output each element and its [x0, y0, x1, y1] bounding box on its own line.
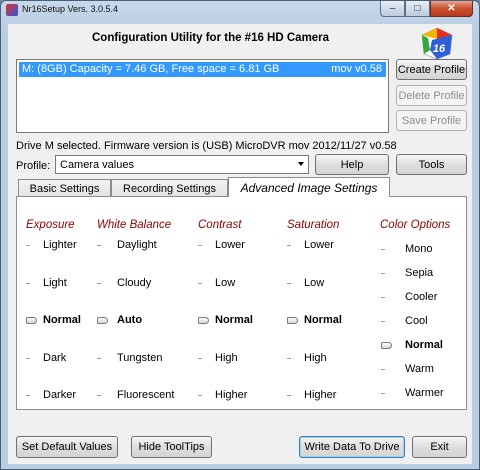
slider-option-label[interactable]: Auto [117, 314, 142, 326]
tools-button[interactable]: Tools [396, 154, 467, 175]
delete-profile-button[interactable]: Delete Profile [396, 85, 467, 106]
minimize-icon: – [389, 3, 396, 14]
window-controls: – □ ✕ [380, 1, 473, 18]
slider-tick [381, 273, 385, 274]
maximize-button[interactable]: □ [405, 1, 430, 17]
page-title: Configuration Utility for the #16 HD Cam… [92, 32, 330, 44]
slider-tick [287, 283, 291, 284]
close-button[interactable]: ✕ [430, 1, 473, 17]
profile-select[interactable]: Camera values [55, 155, 309, 174]
slider-option-label[interactable]: Normal [43, 314, 81, 326]
profile-label: Profile: [16, 160, 51, 172]
white-balance-title: White Balance [97, 219, 172, 231]
advanced-image-settings-panel: Exposure White Balance Contrast Saturati… [16, 196, 467, 410]
chevron-down-icon [298, 162, 304, 166]
camera-logo-icon: 16 [421, 27, 453, 60]
slider-tick [198, 395, 202, 396]
drive-label: M: (8GB) Capacity = 7.46 GB, Free space … [22, 63, 280, 75]
slider-option-label[interactable]: Sepia [405, 267, 433, 279]
slider-option-label[interactable]: Mono [405, 243, 433, 255]
app-window: Nr16Setup Vers. 3.0.5.4 – □ ✕ Configurat… [0, 0, 480, 470]
saturation-title: Saturation [287, 219, 340, 231]
slider-tick [287, 358, 291, 359]
slider-thumb[interactable] [198, 317, 209, 324]
slider-tick [97, 283, 101, 284]
drive-version: mov v0.58 [331, 63, 382, 75]
logo-text: 16 [433, 43, 446, 55]
help-button[interactable]: Help [315, 154, 389, 175]
window-title: Nr16Setup Vers. 3.0.5.4 [22, 4, 119, 14]
contrast-title: Contrast [198, 219, 242, 231]
app-icon [6, 4, 18, 16]
slider-thumb[interactable] [287, 317, 298, 324]
slider-option-label[interactable]: Cooler [405, 291, 437, 303]
slider-option-label[interactable]: Dark [43, 352, 66, 364]
slider-tick [97, 245, 101, 246]
slider-tick [287, 245, 291, 246]
close-icon: ✕ [447, 3, 456, 14]
exit-button[interactable]: Exit [412, 436, 467, 458]
slider-option-label[interactable]: Higher [215, 389, 247, 401]
slider-option-label[interactable]: Lower [304, 239, 334, 251]
slider-tick [381, 297, 385, 298]
exposure-title: Exposure [26, 219, 75, 231]
save-profile-button[interactable]: Save Profile [396, 110, 467, 131]
slider-option-label[interactable]: Normal [215, 314, 253, 326]
slider-option-label[interactable]: Daylight [117, 239, 157, 251]
slider-option-label[interactable]: Higher [304, 389, 336, 401]
slider-tick [97, 358, 101, 359]
tab-recording-settings[interactable]: Recording Settings [111, 179, 228, 197]
slider-option-label[interactable]: Light [43, 277, 67, 289]
profile-select-value: Camera values [60, 159, 134, 171]
slider-tick [97, 395, 101, 396]
slider-option-label[interactable]: Tungsten [117, 352, 162, 364]
tab-basic-settings[interactable]: Basic Settings [18, 179, 111, 197]
drive-list[interactable]: M: (8GB) Capacity = 7.46 GB, Free space … [16, 59, 389, 133]
slider-thumb[interactable] [97, 317, 108, 324]
slider-option-label[interactable]: Lighter [43, 239, 77, 251]
write-data-to-drive-button[interactable]: Write Data To Drive [299, 436, 405, 458]
slider-option-label[interactable]: Normal [304, 314, 342, 326]
slider-option-label[interactable]: Lower [215, 239, 245, 251]
minimize-button[interactable]: – [380, 1, 405, 17]
slider-thumb[interactable] [26, 317, 37, 324]
slider-tick [287, 395, 291, 396]
slider-tick [26, 245, 30, 246]
slider-option-label[interactable]: Low [304, 277, 324, 289]
slider-tick [381, 393, 385, 394]
slider-option-label[interactable]: Warm [405, 363, 434, 375]
slider-option-label[interactable]: Fluorescent [117, 389, 174, 401]
drive-list-item[interactable]: M: (8GB) Capacity = 7.46 GB, Free space … [19, 62, 386, 77]
slider-option-label[interactable]: Cloudy [117, 277, 151, 289]
slider-option-label[interactable]: Warmer [405, 387, 444, 399]
maximize-icon: □ [414, 3, 421, 14]
slider-tick [26, 283, 30, 284]
slider-tick [381, 249, 385, 250]
slider-option-label[interactable]: Cool [405, 315, 428, 327]
slider-tick [26, 395, 30, 396]
slider-option-label[interactable]: Darker [43, 389, 76, 401]
create-profile-button[interactable]: Create Profile [396, 59, 467, 80]
color-options-title: Color Options [380, 219, 451, 231]
slider-option-label[interactable]: Low [215, 277, 235, 289]
slider-tick [198, 358, 202, 359]
slider-tick [198, 283, 202, 284]
slider-tick [26, 358, 30, 359]
slider-tick [381, 321, 385, 322]
slider-option-label[interactable]: High [304, 352, 327, 364]
slider-tick [198, 245, 202, 246]
slider-thumb[interactable] [381, 342, 392, 349]
tab-advanced-image-settings[interactable]: Advanced Image Settings [228, 177, 390, 197]
slider-option-label[interactable]: High [215, 352, 238, 364]
slider-tick [381, 369, 385, 370]
slider-track[interactable] [387, 243, 388, 399]
slider-option-label[interactable]: Normal [405, 339, 443, 351]
set-default-values-button[interactable]: Set Default Values [16, 436, 118, 458]
hide-tooltips-button[interactable]: Hide ToolTips [131, 436, 212, 458]
status-text: Drive M selected. Firmware version is (U… [16, 140, 397, 152]
title-bar[interactable]: Nr16Setup Vers. 3.0.5.4 – □ ✕ [1, 1, 479, 19]
client-area: Configuration Utility for the #16 HD Cam… [8, 24, 472, 464]
